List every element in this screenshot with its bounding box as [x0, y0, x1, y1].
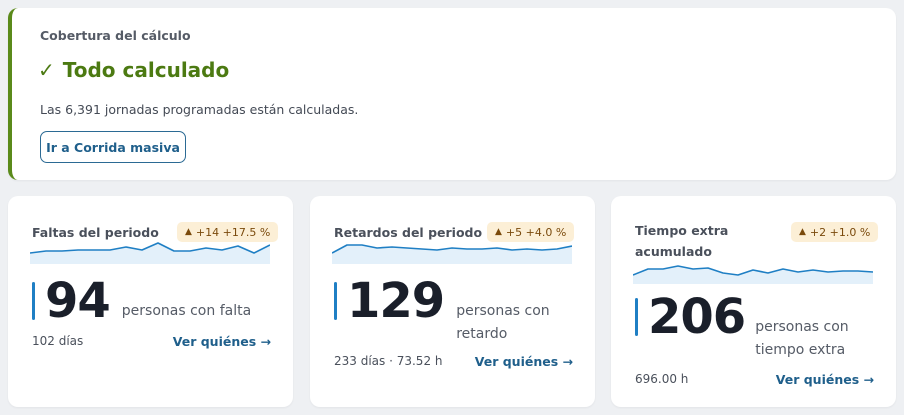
coverage-panel: Cobertura del cálculo ✓ Todo calculado L…	[8, 8, 896, 180]
trend-badge: ▲ +14 +17.5 %	[177, 222, 279, 242]
metric-unit: personas con retardo	[456, 303, 550, 342]
arrow-up-icon: ▲	[799, 227, 806, 237]
metric-value: 206	[648, 289, 746, 345]
go-to-bulk-run-button[interactable]: Ir a Corrida masiva	[40, 131, 186, 163]
card-footer-stat: 102 días	[32, 334, 84, 348]
trend-badge: ▲ +2 +1.0 %	[791, 222, 879, 242]
metric: 129 personas con retardo	[334, 276, 586, 346]
metric-accent-bar	[334, 282, 337, 320]
absences-card: Faltas del periodo ▲ +14 +17.5 % 94 pers…	[8, 196, 293, 407]
trend-badge: ▲ +5 +4.0 %	[487, 222, 575, 242]
metric-accent-bar	[32, 282, 35, 320]
coverage-description: Las 6,391 jornadas programadas están cal…	[40, 102, 359, 117]
metric-value: 129	[347, 273, 445, 329]
sparkline	[30, 242, 270, 264]
metric-value: 94	[45, 273, 111, 329]
sparkline-area	[633, 266, 873, 284]
card-footer-stat: 233 días · 73.52 h	[334, 354, 443, 368]
coverage-status: ✓ Todo calculado	[38, 58, 229, 82]
arrow-up-icon: ▲	[185, 227, 192, 237]
trend-badge-text: +5 +4.0 %	[505, 225, 567, 239]
tardiness-card: Retardos del periodo ▲ +5 +4.0 % 129 per…	[310, 196, 595, 407]
metric-unit: personas con falta	[121, 303, 252, 319]
overtime-card: Tiempo extra acumulado ▲ +2 +1.0 % 206 p…	[611, 196, 896, 407]
sparkline	[332, 244, 572, 264]
coverage-label: Cobertura del cálculo	[40, 28, 191, 43]
view-absences-link[interactable]: Ver quiénes →	[173, 334, 271, 349]
coverage-title: Todo calculado	[62, 58, 230, 82]
trend-badge-text: +14 +17.5 %	[195, 225, 271, 239]
metric-accent-bar	[635, 298, 638, 336]
metric: 94 personas con falta	[32, 276, 252, 326]
view-tardiness-link[interactable]: Ver quiénes →	[475, 354, 573, 369]
trend-badge-text: +2 +1.0 %	[809, 225, 871, 239]
card-title: Tiempo extra acumulado	[635, 223, 729, 259]
metric: 206 personas con tiempo extra	[635, 292, 873, 362]
sparkline	[633, 265, 873, 284]
checkmark-icon: ✓	[38, 58, 55, 82]
metric-unit: personas con tiempo extra	[755, 319, 849, 358]
card-footer-stat: 696.00 h	[635, 372, 689, 386]
arrow-up-icon: ▲	[495, 227, 502, 237]
view-overtime-link[interactable]: Ver quiénes →	[776, 372, 874, 387]
